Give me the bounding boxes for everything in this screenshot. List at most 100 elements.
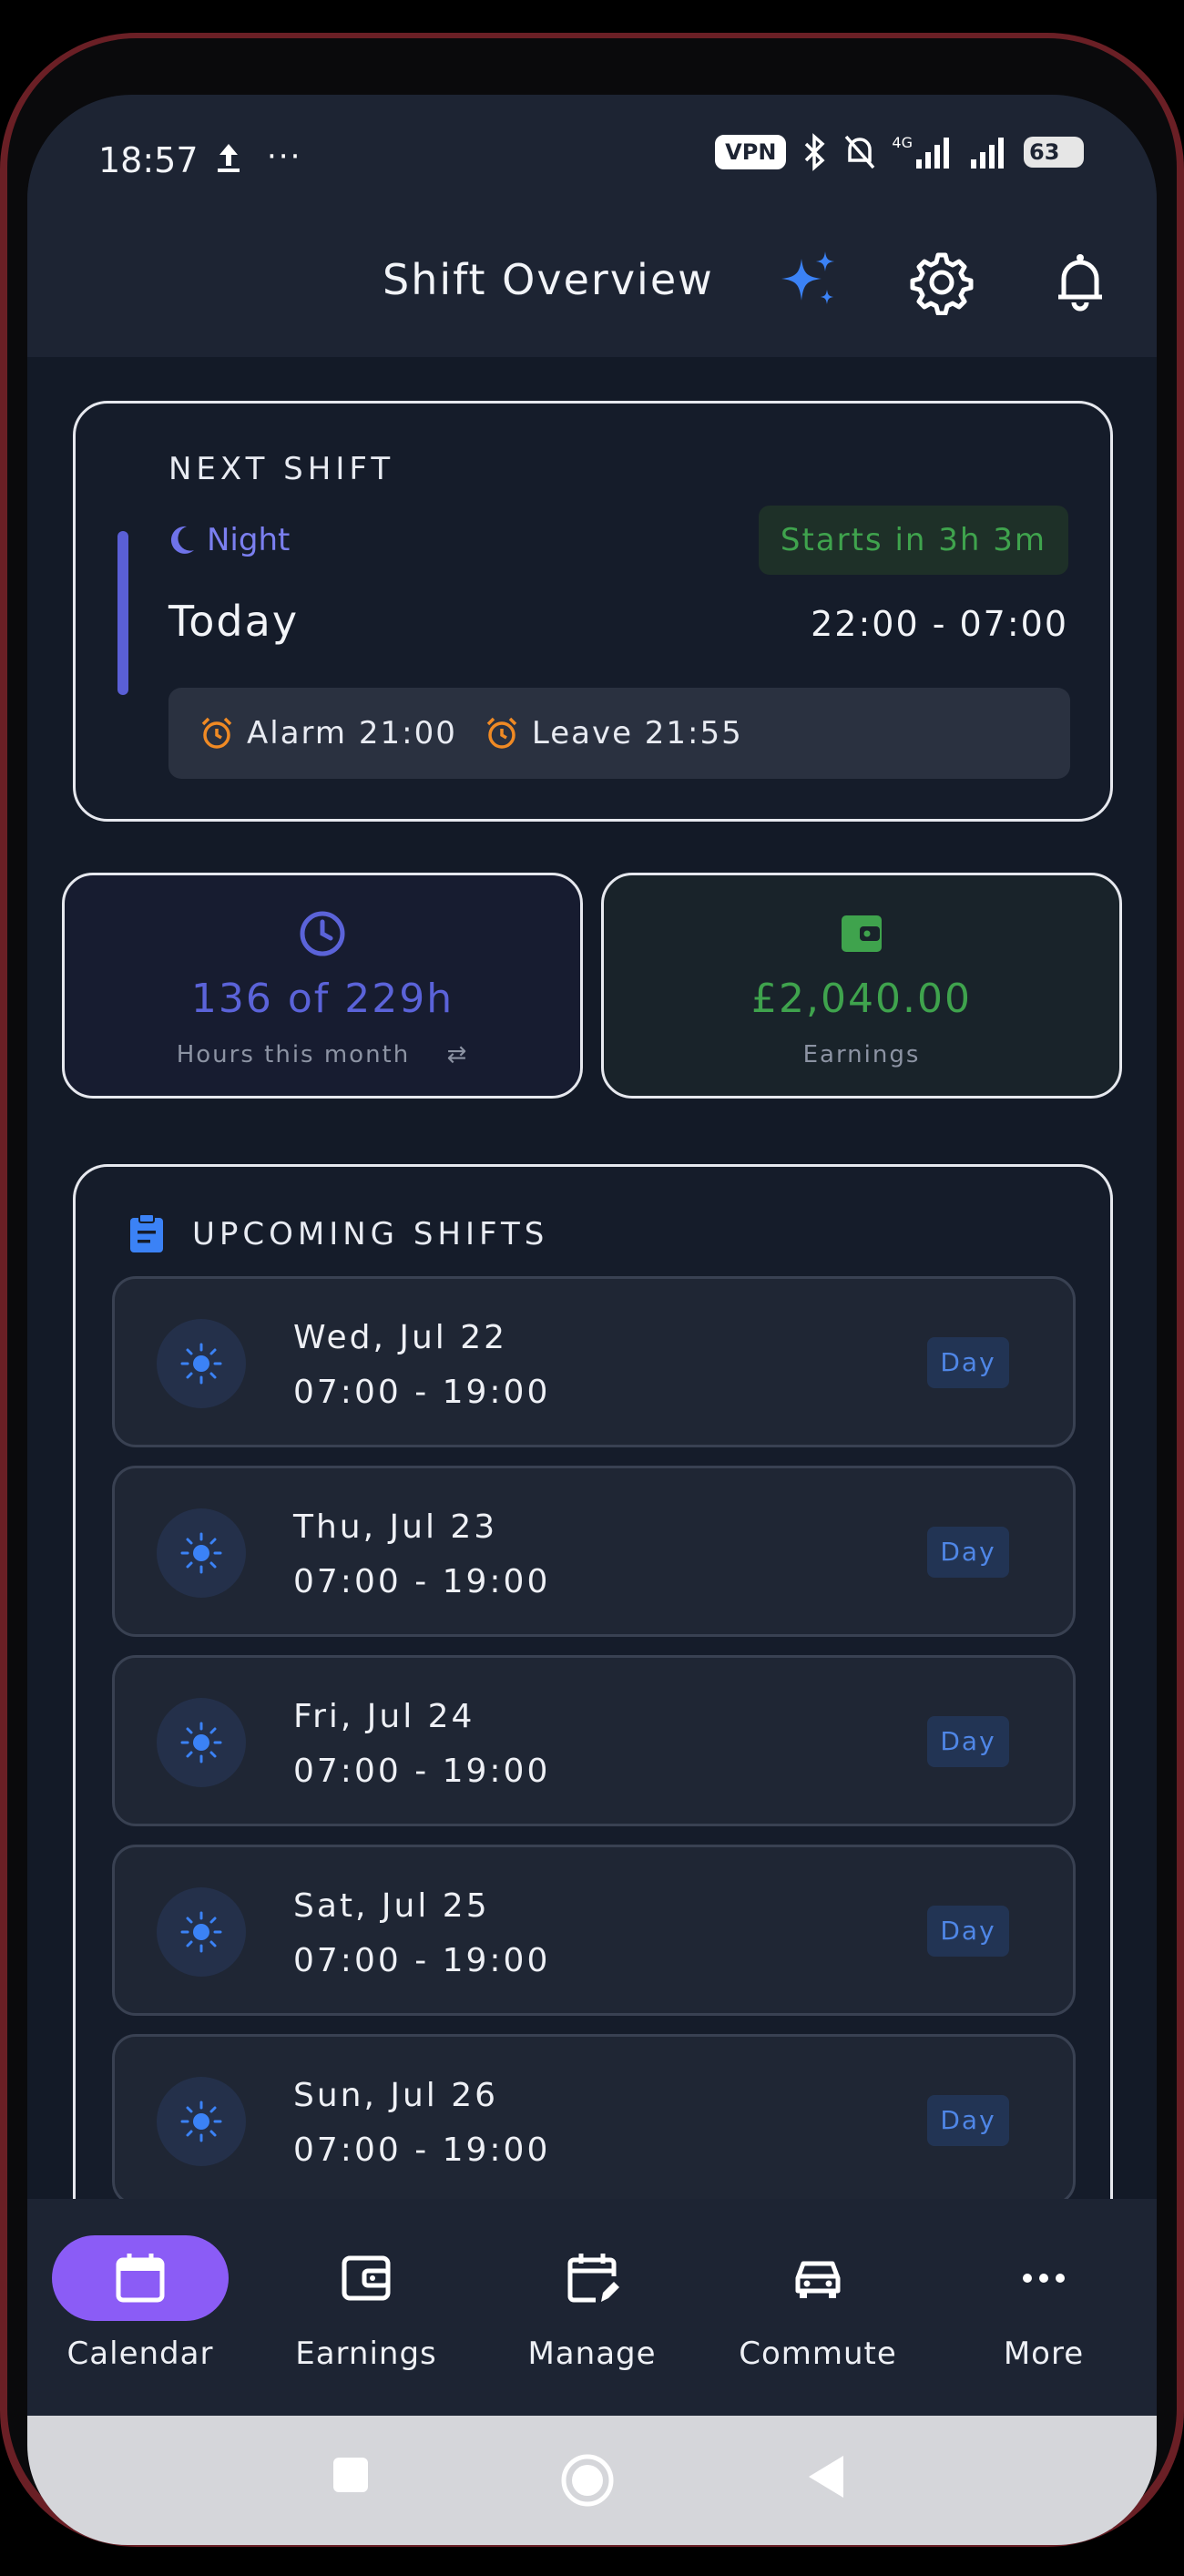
bluetooth-icon bbox=[805, 133, 825, 171]
recents-icon[interactable] bbox=[328, 2452, 373, 2498]
sun-icon bbox=[180, 2101, 222, 2142]
more-dots-icon bbox=[1023, 2274, 1065, 2283]
nav-more[interactable]: More bbox=[953, 2235, 1135, 2372]
shift-list-item[interactable]: Fri, Jul 24 07:00 - 19:00 Day bbox=[112, 1655, 1076, 1826]
calendar-icon bbox=[116, 2254, 165, 2303]
top-bar: 18:57 ··· VPN 4G 63 Shift Overview bbox=[27, 95, 1157, 357]
vpn-badge: VPN bbox=[715, 135, 787, 169]
wallet-icon bbox=[842, 915, 882, 952]
shift-time: 07:00 - 19:00 bbox=[293, 2131, 551, 2169]
shift-type: Night bbox=[168, 522, 290, 558]
alarm-clock-icon bbox=[486, 717, 517, 749]
sun-icon-circle bbox=[157, 1698, 246, 1787]
gear-icon[interactable] bbox=[909, 250, 975, 315]
shift-type-badge: Day bbox=[927, 1337, 1009, 1388]
leave-item[interactable]: Leave 21:55 bbox=[485, 715, 743, 751]
starts-in-badge: Starts in 3h 3m bbox=[758, 506, 1068, 575]
next-shift-label: NEXT SHIFT bbox=[168, 451, 395, 487]
alarm-clock-icon bbox=[201, 717, 232, 749]
clipboard-icon bbox=[130, 1213, 163, 1252]
battery-indicator: 63 bbox=[1024, 137, 1084, 168]
status-right-icons: VPN 4G 63 bbox=[715, 133, 1084, 171]
network-type: 4G bbox=[892, 133, 913, 151]
shift-type-badge: Day bbox=[927, 1527, 1009, 1578]
sun-icon bbox=[180, 1722, 222, 1763]
nav-label: Commute bbox=[739, 2336, 897, 2372]
shift-date: Thu, Jul 23 bbox=[293, 1508, 498, 1546]
shift-list-item[interactable]: Sun, Jul 26 07:00 - 19:00 Day bbox=[112, 2034, 1076, 2205]
signal-icon-2 bbox=[971, 138, 1004, 169]
nav-label: More bbox=[1003, 2336, 1085, 2372]
shift-list-item[interactable]: Wed, Jul 22 07:00 - 19:00 Day bbox=[112, 1276, 1076, 1447]
hours-caption-row: Hours this month ⇄ bbox=[65, 1041, 580, 1068]
app-screen: 18:57 ··· VPN 4G 63 Shift Overview NEXT … bbox=[27, 95, 1157, 2545]
shift-time: 07:00 - 19:00 bbox=[293, 1563, 551, 1600]
hours-caption: Hours this month bbox=[176, 1041, 411, 1068]
alarm-leave-row: Alarm 21:00 Leave 21:55 bbox=[168, 688, 1070, 779]
shift-time-range: 22:00 - 07:00 bbox=[811, 604, 1068, 644]
bottom-navigation: Calendar Earnings Manage Commute More bbox=[27, 2199, 1157, 2416]
shift-list-item[interactable]: Thu, Jul 23 07:00 - 19:00 Day bbox=[112, 1466, 1076, 1637]
bell-icon[interactable] bbox=[1047, 250, 1113, 315]
calendar-edit-icon bbox=[567, 2254, 619, 2303]
sun-icon bbox=[180, 1911, 222, 1953]
earnings-caption: Earnings bbox=[802, 1041, 921, 1068]
shift-type-badge: Day bbox=[927, 2095, 1009, 2146]
moon-icon bbox=[170, 526, 194, 554]
nav-manage[interactable]: Manage bbox=[501, 2235, 683, 2372]
swap-icon[interactable]: ⇄ bbox=[447, 1041, 469, 1068]
sun-icon-circle bbox=[157, 1887, 246, 1977]
upcoming-shifts-title: UPCOMING SHIFTS bbox=[192, 1216, 549, 1252]
shift-accent-bar bbox=[117, 531, 128, 695]
shift-time: 07:00 - 19:00 bbox=[293, 1753, 551, 1790]
page-title: Shift Overview bbox=[383, 255, 714, 304]
shift-list-item[interactable]: Sat, Jul 25 07:00 - 19:00 Day bbox=[112, 1845, 1076, 2016]
alarm-label: Alarm 21:00 bbox=[247, 715, 457, 751]
alarm-item[interactable]: Alarm 21:00 bbox=[199, 715, 457, 751]
phone-frame: 18:57 ··· VPN 4G 63 Shift Overview NEXT … bbox=[0, 33, 1184, 2547]
nav-earnings[interactable]: Earnings bbox=[275, 2235, 457, 2372]
shift-type-label: Night bbox=[207, 522, 291, 558]
sparkle-ai-icon[interactable] bbox=[776, 250, 842, 315]
shift-date: Sat, Jul 25 bbox=[293, 1887, 490, 1925]
hours-stat-card[interactable]: 136 of 229h Hours this month ⇄ bbox=[62, 873, 583, 1099]
shift-date: Wed, Jul 22 bbox=[293, 1319, 508, 1356]
nav-pill bbox=[504, 2235, 680, 2321]
shift-time: 07:00 - 19:00 bbox=[293, 1942, 551, 1979]
system-navigation-bar bbox=[27, 2416, 1157, 2545]
more-notifications-icon: ··· bbox=[267, 138, 302, 175]
nav-pill bbox=[955, 2235, 1132, 2321]
sun-icon bbox=[180, 1343, 222, 1385]
shift-type-badge: Day bbox=[927, 1716, 1009, 1767]
nav-pill bbox=[278, 2235, 454, 2321]
nav-calendar[interactable]: Calendar bbox=[49, 2235, 231, 2372]
sun-icon-circle bbox=[157, 1508, 246, 1598]
shift-date: Sun, Jul 26 bbox=[293, 2077, 499, 2114]
clock-icon bbox=[300, 911, 345, 956]
back-icon[interactable] bbox=[803, 2452, 849, 2501]
nav-active-pill bbox=[52, 2235, 229, 2321]
sun-icon bbox=[180, 1532, 222, 1574]
shift-day: Today bbox=[168, 597, 300, 646]
nav-label: Calendar bbox=[66, 2336, 214, 2372]
nav-label: Manage bbox=[527, 2336, 657, 2372]
home-icon[interactable] bbox=[559, 2452, 616, 2509]
shift-date: Fri, Jul 24 bbox=[293, 1698, 475, 1735]
status-left-icons: ··· bbox=[214, 138, 301, 175]
shift-time: 07:00 - 19:00 bbox=[293, 1374, 551, 1411]
earnings-value: £2,040.00 bbox=[751, 976, 972, 1022]
sun-icon-circle bbox=[157, 2077, 246, 2166]
status-time: 18:57 bbox=[98, 140, 199, 180]
upload-icon bbox=[218, 144, 240, 172]
signal-icon bbox=[916, 138, 949, 169]
car-icon bbox=[795, 2261, 841, 2298]
wallet-icon bbox=[342, 2255, 391, 2301]
hours-value: 136 of 229h bbox=[190, 976, 454, 1022]
shift-type-badge: Day bbox=[927, 1906, 1009, 1957]
leave-label: Leave 21:55 bbox=[531, 715, 743, 751]
earnings-stat-card[interactable]: £2,040.00 Earnings bbox=[601, 873, 1122, 1099]
next-shift-card[interactable]: NEXT SHIFT Night Starts in 3h 3m Today 2… bbox=[73, 401, 1113, 822]
nav-commute[interactable]: Commute bbox=[727, 2235, 909, 2372]
nav-label: Earnings bbox=[295, 2336, 437, 2372]
sun-icon-circle bbox=[157, 1319, 246, 1408]
